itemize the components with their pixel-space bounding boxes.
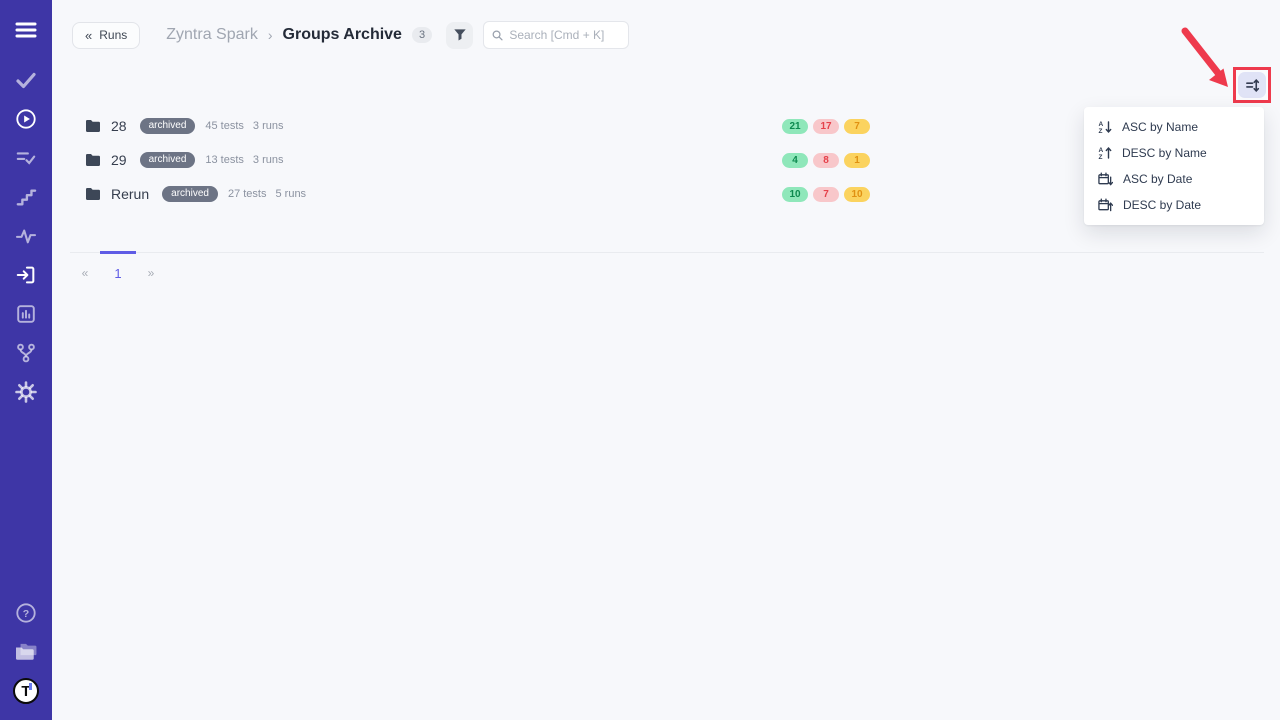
group-name: 29: [111, 152, 127, 168]
filter-funnel-icon: [453, 28, 467, 42]
svg-text:A: A: [1099, 147, 1104, 154]
calendar-up-icon: [1098, 198, 1113, 212]
svg-text:Z: Z: [1099, 154, 1103, 160]
search-input[interactable]: [509, 28, 620, 42]
stat-badge-red: 7: [813, 187, 839, 202]
stat-badges: 21 17 7: [782, 115, 870, 137]
runs-button-label: Runs: [99, 28, 127, 42]
import-tray-icon[interactable]: [14, 264, 38, 286]
folder-icon: [85, 119, 101, 133]
stat-badges: 10 7 10: [782, 183, 870, 205]
breadcrumb: Zyntra Spark › Groups Archive 3: [166, 26, 432, 44]
tests-count: 13 tests: [205, 154, 244, 166]
folders-icon[interactable]: [14, 641, 38, 663]
menu-item-label: ASC by Name: [1122, 120, 1198, 134]
archived-badge: archived: [140, 152, 196, 168]
list-check-icon[interactable]: [14, 147, 38, 169]
double-chevron-left-icon: «: [85, 28, 92, 43]
archived-badge: archived: [162, 186, 218, 202]
pagination-next-button[interactable]: »: [136, 251, 166, 281]
play-circle-icon[interactable]: [14, 108, 38, 130]
sort-button[interactable]: [1238, 72, 1266, 98]
pagination: « 1 »: [70, 252, 1264, 281]
sidebar-bottom: ? T: [13, 602, 39, 704]
check-icon[interactable]: [14, 69, 38, 91]
menu-item-desc-by-date[interactable]: DESC by Date: [1084, 192, 1264, 218]
search-icon: [492, 29, 503, 42]
hamburger-menu-icon[interactable]: [14, 19, 38, 41]
search-box: [483, 21, 629, 49]
folder-icon: [85, 153, 101, 167]
menu-item-label: DESC by Date: [1123, 198, 1201, 212]
annotation-highlight-box: [1233, 67, 1271, 103]
page-title: Groups Archive: [283, 26, 402, 44]
svg-text:?: ?: [23, 608, 29, 620]
settings-gear-icon[interactable]: [14, 381, 38, 403]
sort-icon: [1245, 78, 1260, 93]
stat-badge-yellow: 1: [844, 153, 870, 168]
runs-count: 5 runs: [275, 188, 306, 200]
archived-badge: archived: [140, 118, 196, 134]
runs-count: 3 runs: [253, 120, 284, 132]
avatar-logo-accent: [29, 683, 32, 690]
stat-badges: 4 8 1: [782, 149, 870, 171]
folder-icon: [85, 187, 101, 201]
help-circle-icon[interactable]: ?: [14, 602, 38, 624]
svg-text:Z: Z: [1099, 128, 1103, 134]
sidebar: ? T: [0, 0, 52, 720]
sort-dropdown-menu: AZ ASC by Name AZ DESC by Name ASC by Da…: [1084, 107, 1264, 225]
menu-item-label: DESC by Name: [1122, 146, 1207, 160]
breadcrumb-parent[interactable]: Zyntra Spark: [166, 26, 258, 44]
steps-icon[interactable]: [14, 186, 38, 208]
group-name: 28: [111, 118, 127, 134]
menu-item-desc-by-name[interactable]: AZ DESC by Name: [1084, 140, 1264, 166]
stat-badge-red: 17: [813, 119, 839, 134]
sort-alpha-up-icon: AZ: [1098, 146, 1112, 160]
menu-item-asc-by-date[interactable]: ASC by Date: [1084, 166, 1264, 192]
back-to-runs-button[interactable]: « Runs: [72, 22, 140, 49]
breadcrumb-separator: ›: [268, 27, 273, 43]
menu-item-label: ASC by Date: [1123, 172, 1192, 186]
runs-count: 3 runs: [253, 154, 284, 166]
activity-pulse-icon[interactable]: [14, 225, 38, 247]
stat-badge-green: 21: [782, 119, 808, 134]
stat-badge-green: 4: [782, 153, 808, 168]
sort-alpha-down-icon: AZ: [1098, 120, 1112, 134]
group-name: Rerun: [111, 186, 149, 202]
stat-badge-yellow: 7: [844, 119, 870, 134]
pagination-page-1[interactable]: 1: [100, 251, 136, 281]
bar-chart-icon[interactable]: [14, 303, 38, 325]
stat-badge-green: 10: [782, 187, 808, 202]
calendar-down-icon: [1098, 172, 1113, 186]
tests-count: 27 tests: [228, 188, 267, 200]
svg-text:A: A: [1099, 121, 1104, 128]
menu-item-asc-by-name[interactable]: AZ ASC by Name: [1084, 114, 1264, 140]
top-bar: « Runs Zyntra Spark › Groups Archive 3: [52, 0, 1280, 64]
tests-count: 45 tests: [205, 120, 244, 132]
pagination-prev-button[interactable]: «: [70, 251, 100, 281]
stat-badge-red: 8: [813, 153, 839, 168]
stat-badge-yellow: 10: [844, 187, 870, 202]
filter-button[interactable]: [446, 22, 473, 49]
user-avatar[interactable]: T: [13, 678, 39, 704]
group-count-badge: 3: [412, 27, 432, 43]
git-branch-icon[interactable]: [14, 342, 38, 364]
